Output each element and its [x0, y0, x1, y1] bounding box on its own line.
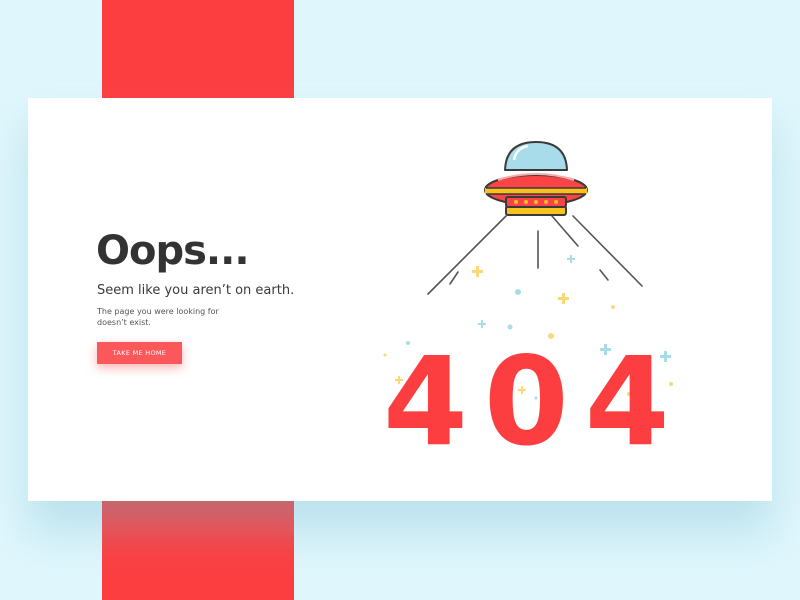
red-band-bottom	[102, 500, 294, 600]
error-card: Oops... Seem like you aren’t on earth. T…	[28, 98, 772, 501]
beam-lines	[427, 215, 643, 295]
page-stage: Oops... Seem like you aren’t on earth. T…	[0, 0, 800, 600]
error-code: 404	[383, 331, 686, 473]
ufo-icon	[484, 141, 588, 216]
red-band-top	[102, 0, 294, 100]
ufo-illustration: 404	[383, 141, 686, 473]
